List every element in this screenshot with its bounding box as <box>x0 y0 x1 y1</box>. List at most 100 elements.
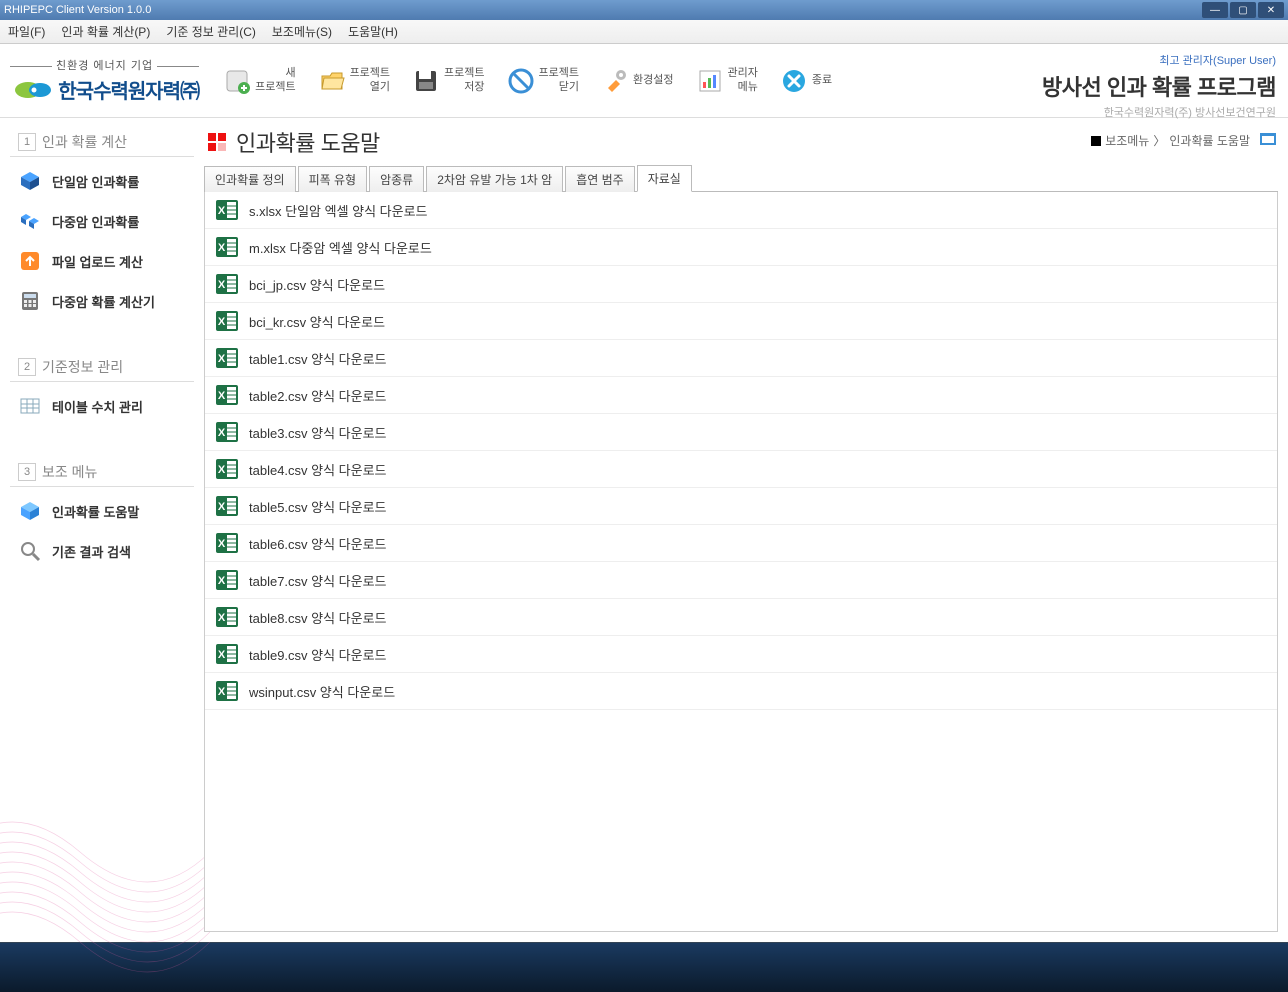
file-row[interactable]: Xs.xlsx 단일암 엑셀 양식 다운로드 <box>205 192 1277 229</box>
excel-icon: X <box>215 309 239 333</box>
tab-1[interactable]: 피폭 유형 <box>298 166 368 192</box>
super-user-link[interactable]: 최고 관리자(Super User) <box>1042 52 1276 68</box>
svg-text:X: X <box>218 501 226 513</box>
window-title: RHIPEPC Client Version 1.0.0 <box>4 4 151 16</box>
sidebar-section-1-title: 인과 확률 계산 <box>42 132 127 152</box>
sidebar-section-2-num: 2 <box>18 358 36 376</box>
svg-text:X: X <box>218 316 226 328</box>
file-row[interactable]: Xbci_kr.csv 양식 다운로드 <box>205 303 1277 340</box>
brand: 친환경 에너지 기업 한국수력원자력㈜ <box>10 57 199 104</box>
close-project-icon <box>507 67 535 95</box>
sidebar-item-table-manage[interactable]: 테이블 수치 관리 <box>0 386 200 426</box>
breadcrumb-square-icon <box>1091 136 1101 146</box>
app-title: 방사선 인과 확률 프로그램 <box>1042 70 1276 102</box>
open-folder-icon <box>318 67 346 95</box>
menubar: 파일(F) 인과 확률 계산(P) 기준 정보 관리(C) 보조메뉴(S) 도움… <box>0 20 1288 44</box>
brand-subtitle: 친환경 에너지 기업 <box>10 57 199 73</box>
file-row[interactable]: Xtable5.csv 양식 다운로드 <box>205 488 1277 525</box>
file-row[interactable]: Xm.xlsx 다중암 엑셀 양식 다운로드 <box>205 229 1277 266</box>
toolbar-admin-label: 관리자 메뉴 <box>728 67 758 93</box>
menu-calc[interactable]: 인과 확률 계산(P) <box>61 23 150 40</box>
svg-text:X: X <box>218 353 226 365</box>
svg-text:X: X <box>218 205 226 217</box>
file-row[interactable]: Xtable7.csv 양식 다운로드 <box>205 562 1277 599</box>
sidebar-item-calculator[interactable]: 다중암 확률 계산기 <box>0 281 200 321</box>
calculator-icon <box>18 289 42 313</box>
breadcrumb-window-icon[interactable] <box>1260 133 1276 148</box>
menu-help[interactable]: 도움말(H) <box>348 23 398 40</box>
breadcrumb-b[interactable]: 인과확률 도움말 <box>1169 132 1250 149</box>
sidebar-section-1-head: 1 인과 확률 계산 <box>10 128 194 157</box>
menu-base[interactable]: 기준 정보 관리(C) <box>166 23 256 40</box>
file-row[interactable]: Xtable9.csv 양식 다운로드 <box>205 636 1277 673</box>
file-row[interactable]: Xtable8.csv 양식 다운로드 <box>205 599 1277 636</box>
toolbar-new-project-button[interactable]: 새 프로젝트 <box>217 63 301 99</box>
file-row[interactable]: Xtable6.csv 양식 다운로드 <box>205 525 1277 562</box>
sidebar-item-search[interactable]: 기존 결과 검색 <box>0 531 200 571</box>
file-row[interactable]: Xbci_jp.csv 양식 다운로드 <box>205 266 1277 303</box>
brand-name: 한국수력원자력㈜ <box>58 75 199 104</box>
tab-3[interactable]: 2차암 유발 가능 1차 암 <box>426 166 563 192</box>
svg-text:X: X <box>218 279 226 291</box>
svg-text:X: X <box>218 390 226 402</box>
toolbar-new-label: 새 프로젝트 <box>255 67 295 93</box>
excel-icon: X <box>215 383 239 407</box>
toolbar: 새 프로젝트 프로젝트 열기 프로젝트 저장 프로젝트 닫기 환경설정 <box>217 63 838 99</box>
excel-icon: X <box>215 568 239 592</box>
toolbar-open-project-button[interactable]: 프로젝트 열기 <box>312 63 396 99</box>
toolbar-admin-button[interactable]: 관리자 메뉴 <box>690 63 764 99</box>
page-title: 인과확률 도움말 <box>236 126 380 158</box>
menu-sub[interactable]: 보조메뉴(S) <box>272 23 332 40</box>
file-row[interactable]: Xtable4.csv 양식 다운로드 <box>205 451 1277 488</box>
sidebar-item-single-cancer[interactable]: 단일암 인과확률 <box>0 161 200 201</box>
file-label: bci_kr.csv 양식 다운로드 <box>249 312 385 331</box>
excel-icon: X <box>215 346 239 370</box>
window-minimize-button[interactable]: ― <box>1202 2 1228 18</box>
page-title-icon <box>206 131 228 153</box>
svg-text:X: X <box>218 575 226 587</box>
file-row[interactable]: Xwsinput.csv 양식 다운로드 <box>205 673 1277 710</box>
toolbar-close-label: 프로젝트 닫기 <box>539 67 579 93</box>
sidebar-section-3-title: 보조 메뉴 <box>42 462 97 482</box>
save-icon <box>412 67 440 95</box>
toolbar-close-project-button[interactable]: 프로젝트 닫기 <box>501 63 585 99</box>
tab-2[interactable]: 암종류 <box>369 166 424 192</box>
file-label: table2.csv 양식 다운로드 <box>249 386 387 405</box>
svg-text:X: X <box>218 538 226 550</box>
excel-icon: X <box>215 642 239 666</box>
breadcrumb-a[interactable]: 보조메뉴 <box>1105 132 1149 149</box>
exit-icon <box>780 67 808 95</box>
sidebar-item-multi-cancer[interactable]: 다중암 인과확률 <box>0 201 200 241</box>
file-label: table4.csv 양식 다운로드 <box>249 460 387 479</box>
excel-icon: X <box>215 420 239 444</box>
file-row[interactable]: Xtable3.csv 양식 다운로드 <box>205 414 1277 451</box>
svg-text:X: X <box>218 464 226 476</box>
toolbar-settings-button[interactable]: 환경설정 <box>595 63 679 99</box>
file-row[interactable]: Xtable1.csv 양식 다운로드 <box>205 340 1277 377</box>
excel-icon: X <box>215 605 239 629</box>
header: 친환경 에너지 기업 한국수력원자력㈜ 새 프로젝트 프로젝트 열기 <box>0 44 1288 118</box>
file-row[interactable]: Xtable2.csv 양식 다운로드 <box>205 377 1277 414</box>
window-close-button[interactable]: ✕ <box>1258 2 1284 18</box>
sidebar-item-file-upload[interactable]: 파일 업로드 계산 <box>0 241 200 281</box>
content-area: 인과확률 도움말 보조메뉴 〉 인과확률 도움말 인과확률 정의피폭 유형암종류… <box>200 118 1288 942</box>
menu-file[interactable]: 파일(F) <box>8 23 45 40</box>
file-label: bci_jp.csv 양식 다운로드 <box>249 275 385 294</box>
file-label: table6.csv 양식 다운로드 <box>249 534 387 553</box>
sidebar-item-label: 다중암 확률 계산기 <box>52 292 155 311</box>
svg-text:X: X <box>218 427 226 439</box>
toolbar-exit-button[interactable]: 종료 <box>774 63 838 99</box>
tab-0[interactable]: 인과확률 정의 <box>204 166 296 192</box>
file-label: table9.csv 양식 다운로드 <box>249 645 387 664</box>
window-titlebar: RHIPEPC Client Version 1.0.0 ― ▢ ✕ <box>0 0 1288 20</box>
magnifier-icon <box>18 539 42 563</box>
tab-4[interactable]: 흡연 범주 <box>565 166 635 192</box>
sidebar-item-help[interactable]: 인과확률 도움말 <box>0 491 200 531</box>
window-maximize-button[interactable]: ▢ <box>1230 2 1256 18</box>
sidebar-item-label: 다중암 인과확률 <box>52 212 139 231</box>
new-project-icon <box>223 67 251 95</box>
tab-5[interactable]: 자료실 <box>637 165 692 192</box>
file-label: table5.csv 양식 다운로드 <box>249 497 387 516</box>
toolbar-save-project-button[interactable]: 프로젝트 저장 <box>406 63 490 99</box>
excel-icon: X <box>215 531 239 555</box>
